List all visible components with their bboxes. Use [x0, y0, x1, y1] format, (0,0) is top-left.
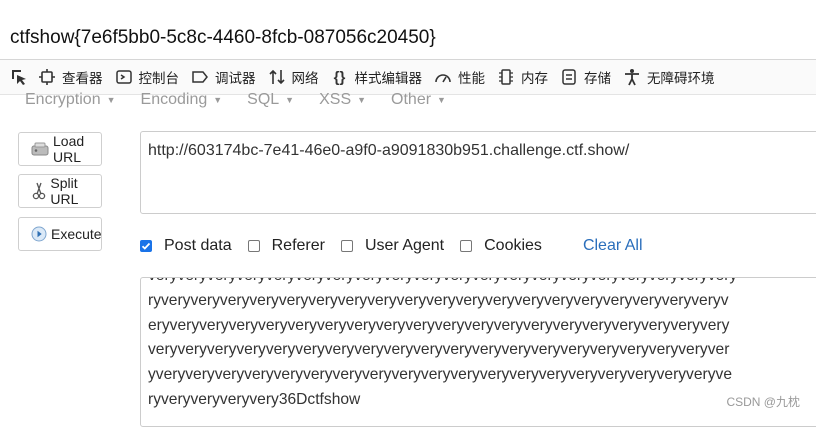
post-data-checkbox[interactable] [140, 240, 152, 252]
menu-other[interactable]: Other ▼ [391, 91, 446, 109]
accessibility-icon [623, 68, 641, 86]
post-data-line: ryveryveryveryveryveryveryveryveryveryve… [148, 291, 729, 309]
user-agent-label: User Agent [364, 237, 445, 254]
post-data-line: eryveryveryveryveryveryveryveryveryveryv… [148, 316, 730, 334]
tab-debugger-label: 调试器 [215, 71, 256, 86]
style-editor-icon: {} [333, 68, 346, 86]
console-icon [115, 68, 133, 86]
watermark: CSDN @九枕 [726, 395, 800, 409]
menu-encoding-label: Encoding [140, 91, 208, 108]
load-url-icon [31, 140, 49, 158]
cookies-checkbox[interactable] [460, 240, 473, 252]
execute-label: Execute [51, 226, 102, 242]
menu-encryption-label: Encryption [25, 91, 101, 108]
caret-down-icon: ▼ [285, 95, 295, 105]
options-row: Post data Referer User Agent Cookies Cle… [140, 236, 643, 256]
cookies-label: Cookies [484, 237, 542, 254]
scissors-icon [31, 182, 46, 200]
tab-console-label: 控制台 [138, 71, 180, 86]
debugger-icon [191, 68, 209, 86]
split-url-button[interactable]: Split URL [18, 174, 102, 208]
referer-checkbox[interactable] [247, 240, 260, 252]
cookies-option[interactable]: Cookies [460, 237, 542, 255]
load-url-button[interactable]: Load URL [18, 132, 102, 166]
post-data-option[interactable]: Post data [140, 237, 232, 255]
post-data-textarea[interactable]: veryveryveryveryveryveryveryveryveryvery… [140, 277, 816, 427]
caret-down-icon: ▼ [357, 95, 367, 105]
menu-xss[interactable]: XSS ▼ [319, 91, 366, 109]
tab-accessibility-label: 无障碍环境 [647, 71, 715, 86]
menu-other-label: Other [391, 91, 432, 108]
network-icon [268, 68, 286, 86]
url-input[interactable]: http://603174bc-7e41-46e0-a9f0-a9091830b… [140, 131, 816, 214]
tab-memory-label: 内存 [521, 71, 548, 86]
menu-encryption[interactable]: Encryption ▼ [25, 91, 116, 109]
menu-sql-label: SQL [247, 91, 280, 108]
hackbar-menu: Encryption ▼ Encoding ▼ SQL ▼ XSS ▼ Other ▼ [0, 88, 816, 112]
tab-network-label: 网络 [291, 71, 319, 86]
caret-down-icon: ▼ [213, 95, 223, 105]
caret-down-icon: ▼ [106, 95, 116, 105]
caret-down-icon: ▼ [437, 95, 446, 105]
user-agent-option[interactable]: User Agent [340, 237, 445, 255]
post-data-line: veryveryveryveryveryveryveryveryveryvery… [148, 278, 816, 289]
menu-encoding[interactable]: Encoding ▼ [141, 91, 223, 109]
tab-style-editor-label: 样式编辑器 [354, 71, 423, 86]
tab-inspector-label: 查看器 [62, 71, 103, 86]
memory-icon [497, 68, 515, 86]
load-url-label: Load URL [53, 133, 85, 165]
execute-button[interactable]: Execute [18, 217, 102, 251]
clear-all-link[interactable]: Clear All [583, 237, 643, 255]
flag-text: ctfshow{7e6f5bb0-5c8c-4460-8fcb-087056c2… [10, 27, 436, 48]
referer-option[interactable]: Referer [247, 237, 325, 255]
post-data-line: veryveryveryveryveryveryveryveryveryvery… [148, 341, 730, 359]
user-agent-checkbox[interactable] [340, 240, 353, 252]
split-url-label: Split URL [50, 175, 79, 207]
post-data-label: Post data [164, 237, 232, 254]
tab-storage-label: 存储 [584, 71, 611, 86]
tab-performance-label: 性能 [458, 71, 485, 86]
play-icon [31, 225, 47, 243]
referer-label: Referer [271, 237, 325, 254]
menu-sql[interactable]: SQL ▼ [247, 91, 294, 109]
post-data-content: veryveryveryveryveryveryveryveryveryvery… [148, 278, 816, 413]
post-data-line: yveryveryveryveryveryveryveryveryveryver… [148, 366, 732, 384]
inspector-icon [38, 68, 56, 86]
performance-icon [434, 68, 452, 86]
post-data-line: ryveryveryveryvery36Dctfshow [148, 390, 361, 408]
menu-xss-label: XSS [319, 91, 352, 108]
storage-icon [560, 68, 578, 86]
